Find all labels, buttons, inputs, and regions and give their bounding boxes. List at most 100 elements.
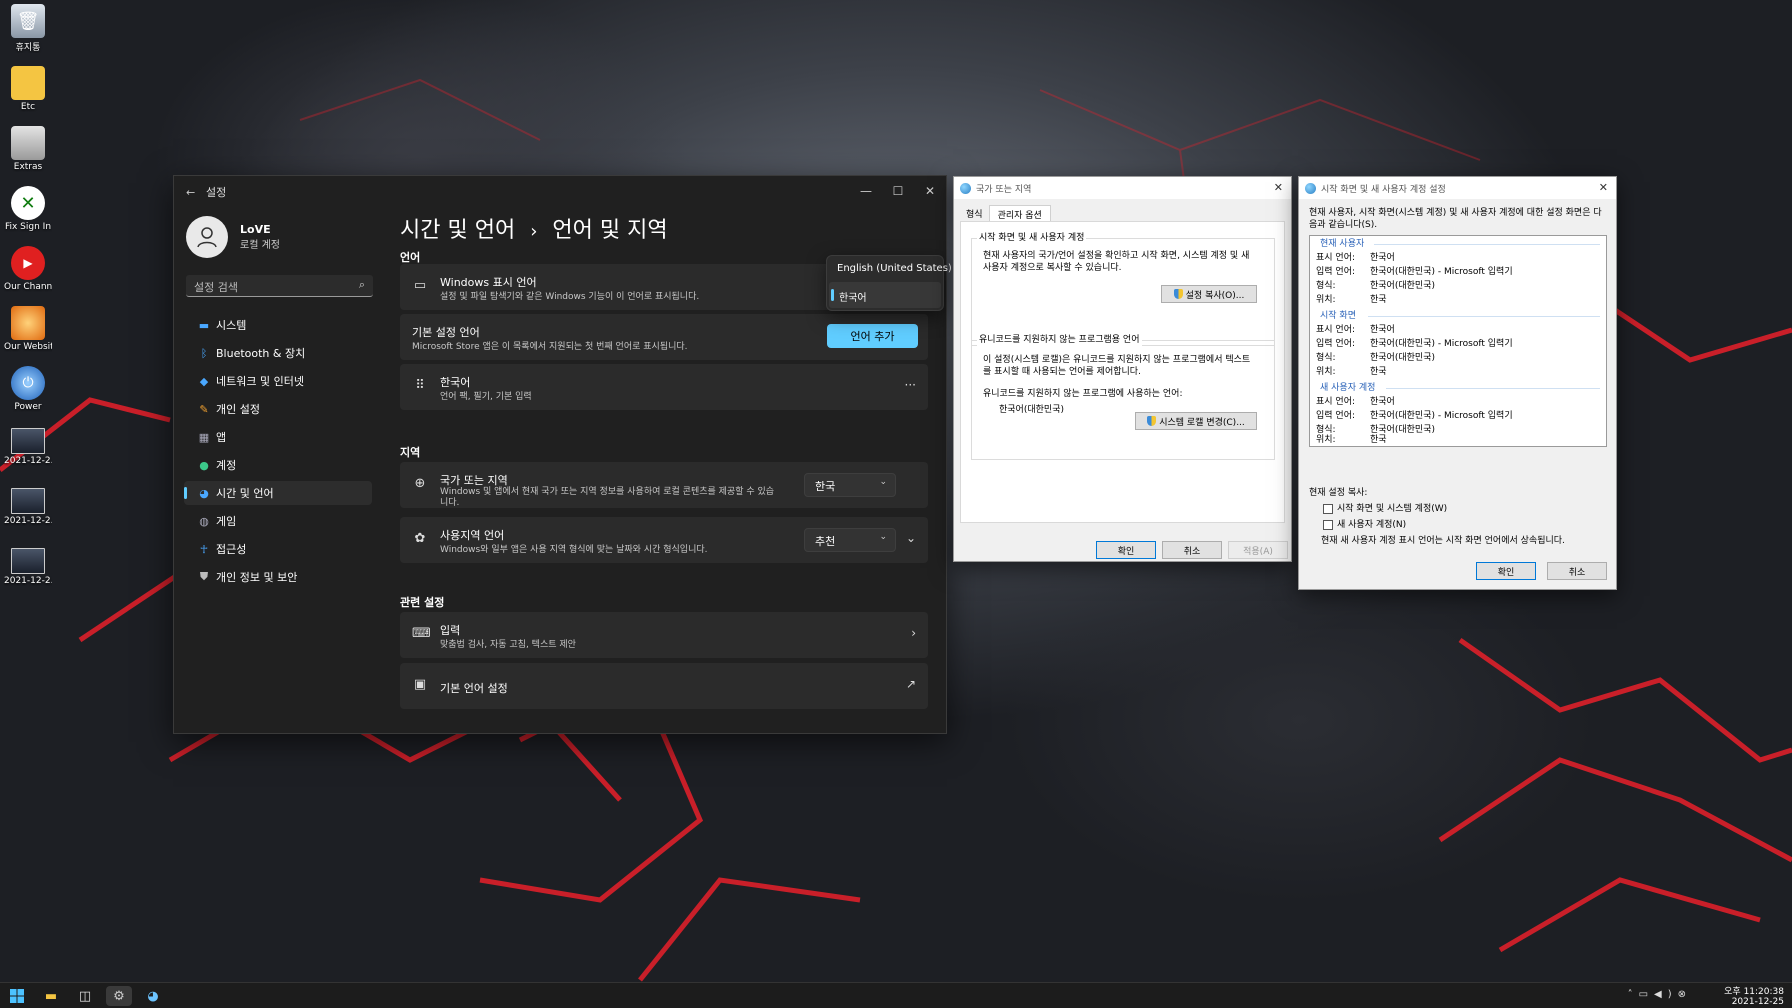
clock-time: 오후 11:20:38 (1724, 987, 1784, 997)
clock-date: 2021-12-25 (1731, 997, 1784, 1007)
chevron-down-icon: ⌄ (879, 532, 887, 542)
checkbox-new-user[interactable] (1323, 520, 1333, 530)
globe-icon: ⊕ (414, 476, 426, 491)
region-taskbar-icon[interactable]: ◕ (140, 986, 166, 1006)
apply-button[interactable]: 적용(A) (1228, 541, 1288, 559)
group2-text-2: 를 표시할 때 사용되는 언어를 제어합니다. (983, 367, 1141, 377)
minimize-icon[interactable]: — (850, 176, 882, 206)
settings-summary-box[interactable]: 현재 사용자 표시 언어: 한국어 입력 언어: 한국어(대한민국) - Mic… (1309, 235, 1607, 447)
row-value: 한국 (1370, 435, 1387, 445)
ok-button[interactable]: 확인 (1476, 562, 1536, 580)
display-language-title: Windows 표시 언어 (440, 276, 537, 289)
row-label: 형식: (1316, 281, 1336, 291)
welcome-dialog-titlebar: 시작 화면 및 새 사용자 계정 설정 ✕ (1299, 177, 1616, 199)
search-input[interactable]: 설정 검색 ⌕ (186, 275, 373, 297)
sidebar-item-apps[interactable]: ▦ 앱 (184, 425, 372, 449)
breadcrumb-separator: › (530, 221, 538, 242)
row-label: 입력 언어: (1316, 411, 1356, 421)
group1-text-1: 현재 사용자의 국가/언어 설정을 확인하고 시작 화면, 시스템 계정 및 새 (983, 251, 1250, 261)
copy-heading: 현재 설정 복사: (1309, 488, 1368, 498)
user-account-type: 로컬 계정 (240, 240, 280, 251)
maximize-icon[interactable]: ☐ (882, 176, 914, 206)
file-explorer-icon[interactable]: ▬ (38, 986, 64, 1006)
row-label: 형식: (1316, 353, 1336, 363)
more-options-icon[interactable]: ··· (905, 378, 916, 392)
add-language-button[interactable]: 언어 추가 (827, 324, 918, 348)
preferred-language-desc: Microsoft Store 앱은 이 목록에서 지원되는 첫 번째 언어로 … (412, 342, 688, 352)
desktop-icon-extras[interactable]: Extras (4, 126, 52, 172)
desktop-icon-our-website[interactable]: Our Website (4, 306, 52, 352)
store-icon[interactable]: ◫ (72, 986, 98, 1006)
user-profile[interactable]: LoVE 로컬 계정 (186, 216, 280, 258)
card-regional-format[interactable]: ✿ 사용지역 언어 Windows와 일부 앱은 사용 지역 형식에 맞는 날짜… (400, 517, 928, 563)
welcome-intro-2: 음과 같습니다(S). (1309, 220, 1378, 230)
close-icon[interactable]: ✕ (1599, 181, 1608, 194)
cancel-button[interactable]: 취소 (1162, 541, 1222, 559)
globe-clock-icon: ◕ (199, 486, 209, 500)
clock[interactable]: 오후 11:20:38 2021-12-25 (1724, 987, 1784, 1007)
cancel-button[interactable]: 취소 (1547, 562, 1607, 580)
row-value: 한국어(대한민국) - Microsoft 입력기 (1370, 411, 1513, 421)
search-placeholder: 설정 검색 (194, 281, 238, 294)
current-locale-label: 유니코드를 지원하지 않는 프로그램에 사용하는 언어: (983, 389, 1183, 399)
sidebar-item-time-language[interactable]: ◕ 시간 및 언어 (184, 481, 372, 505)
sidebar-item-privacy[interactable]: ⛊ 개인 정보 및 보안 (184, 565, 372, 589)
group1-title: 시작 화면 및 새 사용자 계정 (977, 232, 1087, 244)
window-controls: — ☐ ✕ (850, 176, 946, 206)
sidebar-item-system[interactable]: ▬ 시스템 (184, 313, 372, 337)
section-related: 관련 설정 (400, 596, 445, 609)
sidebar-item-accessibility[interactable]: ☥ 접근성 (184, 537, 372, 561)
sidebar-item-bluetooth[interactable]: ᛒ Bluetooth & 장치 (184, 341, 372, 365)
region-globe-icon (960, 182, 971, 194)
desktop-icon-screenshot-1[interactable]: 2021-12-2... (4, 428, 52, 466)
regional-format-dropdown[interactable]: 추천 ⌄ (804, 528, 896, 552)
copy-settings-button[interactable]: 설정 복사(O)... (1161, 285, 1257, 303)
card-admin-language[interactable]: ▣ 기본 언어 설정 ↗ (400, 663, 928, 709)
system-tray-icons[interactable]: ˄▭◀)⊗ (1628, 989, 1692, 1000)
divider (1368, 316, 1600, 317)
close-icon[interactable]: ✕ (1274, 181, 1283, 194)
start-button[interactable] (4, 986, 30, 1006)
website-icon (11, 306, 45, 340)
divider (1386, 388, 1600, 389)
language-option-english[interactable]: English (United States) (827, 256, 952, 282)
inherit-note: 현재 새 사용자 계정 표시 언어는 시작 화면 언어에서 상속됩니다. (1321, 536, 1565, 546)
checkbox-new-user-label[interactable]: 새 사용자 계정(N) (1337, 519, 1406, 531)
change-system-locale-button[interactable]: 시스템 로캘 변경(C)... (1135, 412, 1257, 430)
sidebar-item-personalization[interactable]: ✎ 개인 설정 (184, 397, 372, 421)
card-country-region: ⊕ 국가 또는 지역 Windows 및 앱에서 현재 국가 또는 지역 정보를… (400, 462, 928, 508)
desktop-icon-our-channel[interactable]: ▶ Our Channel (4, 246, 52, 292)
settings-taskbar-icon[interactable]: ⚙ (106, 986, 132, 1006)
desktop-icon-power[interactable]: ⏻ Power (4, 366, 52, 412)
desktop-icon-fix-sign-in[interactable]: ✕ Fix Sign In (4, 186, 52, 232)
desktop-icon-screenshot-3[interactable]: 2021-12-2... (4, 548, 52, 586)
language-option-korean[interactable]: 한국어 (829, 282, 941, 308)
country-dropdown[interactable]: 한국 ⌄ (804, 473, 896, 497)
checkbox-welcome-system-label[interactable]: 시작 화면 및 시스템 계정(W) (1337, 503, 1447, 515)
sidebar-item-network[interactable]: ◆ 네트워크 및 인터넷 (184, 369, 372, 393)
back-arrow-icon[interactable]: ← (186, 186, 206, 199)
section-region: 지역 (400, 446, 421, 459)
window-title: 설정 (206, 186, 227, 199)
checkbox-welcome-system[interactable] (1323, 504, 1333, 514)
account-icon: ● (199, 458, 209, 472)
card-korean-language[interactable]: ⠿ 한국어 언어 팩, 필기, 기본 입력 ··· (400, 364, 928, 410)
breadcrumb-parent[interactable]: 시간 및 언어 (400, 218, 515, 243)
system-icon: ▬ (198, 318, 210, 332)
desktop-icon-recycle-bin[interactable]: 🗑 휴지통 (4, 4, 52, 53)
close-icon[interactable]: ✕ (914, 176, 946, 206)
chevron-down-icon: ⌄ (879, 477, 887, 487)
expand-chevron-icon[interactable]: ⌄ (906, 531, 916, 545)
ok-button[interactable]: 확인 (1096, 541, 1156, 559)
user-icon (197, 227, 217, 248)
sidebar-item-accounts[interactable]: ● 계정 (184, 453, 372, 477)
desktop-icon-screenshot-2[interactable]: 2021-12-2... (4, 488, 52, 526)
card-typing[interactable]: ⌨ 입력 맞춤법 검사, 자동 고침, 텍스트 제안 › (400, 612, 928, 658)
gamepad-icon: ◍ (199, 514, 209, 528)
breadcrumb-current: 언어 및 지역 (552, 218, 668, 243)
desktop-icon-etc[interactable]: Etc (4, 66, 52, 112)
card-preferred-language: 기본 설정 언어 Microsoft Store 앱은 이 목록에서 지원되는 … (400, 314, 928, 360)
sidebar-item-gaming[interactable]: ◍ 게임 (184, 509, 372, 533)
regional-format-desc: Windows와 일부 앱은 사용 지역 형식에 맞는 날짜와 시간 형식입니다… (440, 545, 708, 555)
drag-handle-icon[interactable]: ⠿ (412, 378, 428, 393)
